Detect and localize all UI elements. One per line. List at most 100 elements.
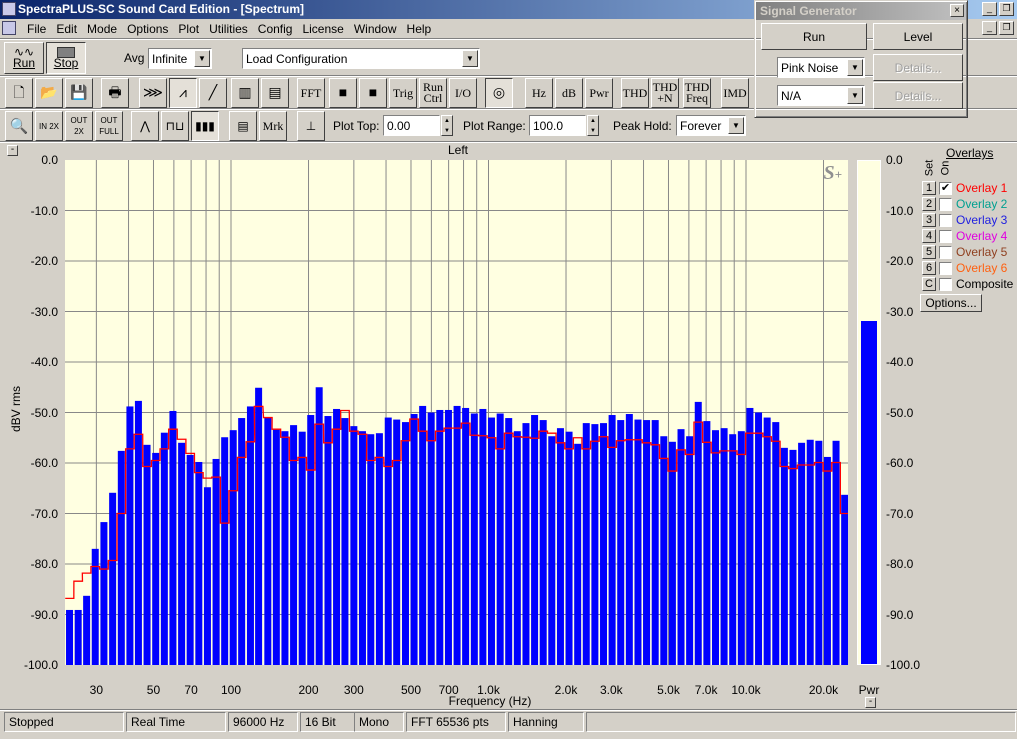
overlay-set-button[interactable]: 4	[922, 229, 936, 243]
plot-top-input[interactable]: 0.00	[383, 115, 440, 136]
io-button[interactable]: I/O	[449, 78, 477, 108]
menu-edit[interactable]: Edit	[51, 19, 82, 39]
thd-button[interactable]: THD	[621, 78, 649, 108]
line-plot-button[interactable]: ⋀	[131, 111, 159, 141]
marker-button[interactable]: Mrk	[259, 111, 287, 141]
config-select[interactable]: Load Configuration ▼	[242, 48, 480, 69]
spectrum-button[interactable]: ⩘	[169, 78, 197, 108]
menu-mode[interactable]: Mode	[82, 19, 122, 39]
overlay-checkbox[interactable]	[939, 261, 952, 275]
phase-button[interactable]: ╱	[199, 78, 227, 108]
close-button[interactable]: ×	[950, 4, 964, 17]
mdi-restore-button[interactable]: ❐	[999, 21, 1014, 35]
print-button[interactable]: 🖶	[101, 78, 129, 108]
thd-n-button[interactable]: THD +N	[651, 78, 679, 108]
menu-help[interactable]: Help	[402, 19, 437, 39]
overlay-checkbox[interactable]	[939, 277, 952, 291]
overlay-checkbox[interactable]	[939, 245, 952, 259]
print-icon: 🖶	[108, 85, 122, 101]
plot-top-spinner[interactable]: ▲ ▼	[441, 115, 453, 136]
overlay-set-button[interactable]: 1	[922, 181, 936, 195]
thd-n-button-label: THD +N	[652, 80, 678, 105]
spectrogram-button[interactable]: ▥	[231, 78, 259, 108]
save-button[interactable]: 💾	[65, 78, 93, 108]
chevron-down-icon[interactable]: ▼	[847, 87, 863, 104]
step-plot-button[interactable]: ⊓⊔	[161, 111, 189, 141]
chevron-down-icon[interactable]: ▼	[728, 117, 744, 134]
spectrum-bar	[315, 387, 323, 665]
legend-button[interactable]: ▤	[229, 111, 257, 141]
plot-range-input[interactable]: 100.0	[529, 115, 586, 136]
scale-button[interactable]: ■	[329, 78, 357, 108]
y-tick-label: -20.0	[886, 254, 914, 268]
peak-hold-select[interactable]: Forever ▼	[676, 115, 746, 136]
overlay-checkbox[interactable]	[939, 197, 952, 211]
overlay-options-button[interactable]: Options...	[920, 294, 982, 312]
menu-file[interactable]: File	[22, 19, 51, 39]
time-series-button[interactable]: ⋙	[139, 78, 167, 108]
chevron-down-icon[interactable]: ▼	[847, 59, 863, 76]
menu-license[interactable]: License	[297, 19, 348, 39]
open-button[interactable]: 📂	[35, 78, 63, 108]
autoscale-button[interactable]: ⊥	[297, 111, 325, 141]
calibrate-button[interactable]: ■	[359, 78, 387, 108]
hz-button[interactable]: Hz	[525, 78, 553, 108]
y-tick-label: -100.0	[886, 658, 921, 672]
menu-window[interactable]: Window	[349, 19, 402, 39]
overlay-set-button[interactable]: 5	[922, 245, 936, 259]
plot-area[interactable]: S+	[65, 160, 848, 665]
overlay-checkbox[interactable]	[939, 213, 952, 227]
y-tick-label: -70.0	[30, 506, 58, 521]
spectrum-bar	[375, 433, 383, 665]
db-button[interactable]: dB	[555, 78, 583, 108]
details-button-1[interactable]: Details...	[873, 54, 963, 81]
generator-run-button[interactable]: Run	[761, 23, 867, 50]
generator-level-button[interactable]: Level	[873, 23, 963, 50]
plot-range-spinner[interactable]: ▲ ▼	[587, 115, 599, 136]
avg-select[interactable]: Infinite ▼	[148, 48, 212, 69]
overlay-checkbox[interactable]	[939, 229, 952, 243]
zoom-in-2x-button[interactable]: IN 2X	[35, 111, 63, 141]
chevron-down-icon[interactable]: ▼	[462, 50, 478, 67]
magnify-button[interactable]: 🔍	[5, 111, 33, 141]
divider	[0, 709, 1017, 711]
overlay-set-button[interactable]: 2	[922, 197, 936, 211]
menu-options[interactable]: Options	[122, 19, 173, 39]
fft-button[interactable]: FFT	[297, 78, 325, 108]
new-button[interactable]: 🗋	[5, 78, 33, 108]
peak-hold-label: Peak Hold:	[613, 119, 672, 133]
menu-config[interactable]: Config	[253, 19, 298, 39]
overlay-checkbox[interactable]: ✔	[939, 181, 952, 195]
bar-plot-button[interactable]: ▮▮▮	[191, 111, 219, 141]
run-ctrl-button[interactable]: Run Ctrl	[419, 78, 447, 108]
window-controls: _ ❐	[982, 2, 1014, 16]
menu-plot[interactable]: Plot	[173, 19, 204, 39]
stop-button[interactable]: Stop	[46, 42, 86, 74]
app-icon	[2, 2, 16, 16]
imd-button[interactable]: IMD	[721, 78, 749, 108]
spectrum-bar	[427, 412, 435, 665]
spectraplus-logo: S+	[823, 162, 842, 184]
thd-freq-button[interactable]: THD Freq	[683, 78, 711, 108]
3d-surface-button[interactable]: ▤	[261, 78, 289, 108]
overlay-set-button[interactable]: 3	[922, 213, 936, 227]
details-button-2[interactable]: Details...	[873, 82, 963, 109]
run-button[interactable]: ∿∿ Run	[4, 42, 44, 74]
overlay-set-button[interactable]: C	[922, 277, 936, 291]
zoom-out-full-button[interactable]: OUT FULL	[95, 111, 123, 141]
trig-button[interactable]: Trig	[389, 78, 417, 108]
imd-button-label: IMD	[723, 85, 747, 100]
chevron-down-icon[interactable]: ▼	[194, 50, 210, 67]
pwr-button[interactable]: Pwr	[585, 78, 613, 108]
overlay-label: Overlay 5	[956, 245, 1008, 259]
restore-button[interactable]: ❐	[999, 2, 1014, 16]
minimize-button[interactable]: _	[982, 2, 997, 16]
generator-button[interactable]: ◎	[485, 78, 513, 108]
collapse-button[interactable]: -	[865, 697, 876, 708]
signal1-select[interactable]: Pink Noise ▼	[777, 57, 865, 78]
menu-utilities[interactable]: Utilities	[204, 19, 253, 39]
overlay-set-button[interactable]: 6	[922, 261, 936, 275]
mdi-minimize-button[interactable]: _	[982, 21, 997, 35]
signal2-select[interactable]: N/A ▼	[777, 85, 865, 106]
zoom-out-2x-button[interactable]: OUT 2X	[65, 111, 93, 141]
